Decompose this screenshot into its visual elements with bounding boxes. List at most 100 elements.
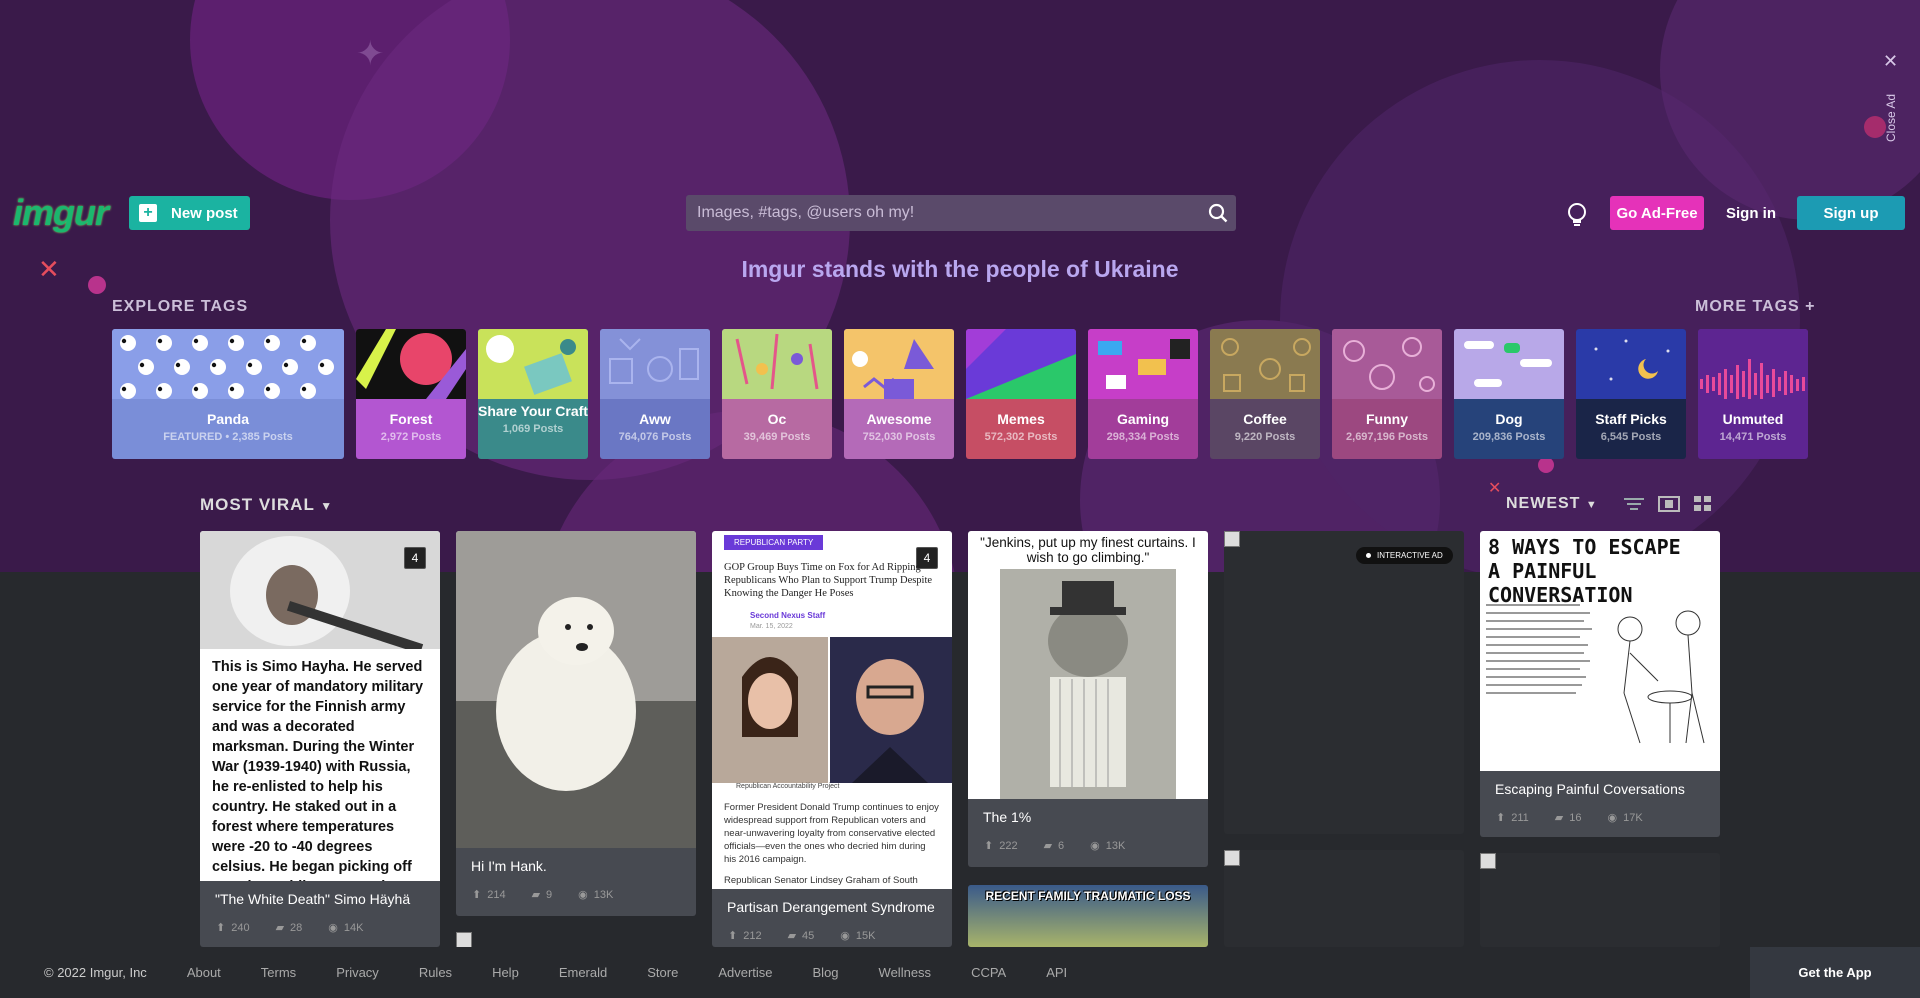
footer-link-help[interactable]: Help: [492, 965, 519, 980]
explore-tags-title: EXPLORE TAGS: [112, 298, 249, 315]
get-the-app-button[interactable]: Get the App: [1750, 947, 1920, 998]
footer-link-privacy[interactable]: Privacy: [336, 965, 379, 980]
eye-icon: ◉: [840, 930, 850, 942]
tag-count: 2,697,196 Posts: [1346, 431, 1428, 443]
more-tags-link[interactable]: MORE TAGS +: [1695, 298, 1816, 316]
comment-stat[interactable]: ▰ 6: [1044, 839, 1065, 853]
new-post-button[interactable]: + New post: [129, 196, 250, 230]
sign-up-button[interactable]: Sign up: [1797, 196, 1905, 230]
post-image: RECENT FAMILY TRAUMATIC LOSS: [968, 885, 1208, 947]
post-card[interactable]: 8 WAYS TO ESCAPE A PAINFUL CONVERSATION …: [1480, 531, 1720, 837]
tag-card-dog[interactable]: Dog 209,836 Posts: [1454, 329, 1564, 459]
caret-down-icon: ▼: [1585, 499, 1598, 511]
upvote-stat[interactable]: ⬆ 211: [1496, 811, 1529, 825]
imgur-logo[interactable]: imgur: [13, 192, 109, 234]
tag-art: [1454, 329, 1564, 399]
post-image: [456, 531, 696, 848]
tag-card-awesome[interactable]: Awesome 752,030 Posts: [844, 329, 954, 459]
tag-art: [478, 329, 588, 399]
image-count-badge: 4: [404, 547, 426, 569]
upvote-stat[interactable]: ⬆ 214: [472, 888, 506, 902]
decor-star: ✦: [356, 35, 385, 73]
upvote-stat[interactable]: ⬆ 222: [984, 839, 1018, 853]
footer-link-ccpa[interactable]: CCPA: [971, 965, 1006, 980]
footer-link-store[interactable]: Store: [647, 965, 678, 980]
broken-image-icon: [1224, 850, 1240, 866]
tag-card-oc[interactable]: Oc 39,469 Posts: [722, 329, 832, 459]
tag-card-funny[interactable]: Funny 2,697,196 Posts: [1332, 329, 1442, 459]
upvote-stat[interactable]: ⬆ 240: [216, 921, 250, 935]
craft-art: [486, 335, 576, 395]
broken-image-icon: [1480, 853, 1496, 869]
lightbulb-icon[interactable]: [1566, 202, 1588, 228]
tag-art: [722, 329, 832, 399]
comment-stat[interactable]: ▰ 16: [1555, 811, 1582, 825]
post-title: "The White Death" Simo Häyhä: [215, 891, 411, 907]
staff-picks-art: [1594, 339, 1670, 381]
ad-placeholder[interactable]: [1224, 850, 1464, 947]
tag-card-coffee[interactable]: Coffee 9,220 Posts: [1210, 329, 1320, 459]
tag-count: 572,302 Posts: [984, 431, 1058, 443]
sort-dropdown[interactable]: MOST VIRAL ▼: [200, 495, 333, 515]
decor-dot: [1538, 457, 1554, 473]
eye-icon: ◉: [578, 889, 588, 901]
view-stat: ◉ 13K: [578, 888, 614, 902]
dot-icon: [1366, 553, 1371, 558]
post-card[interactable]: Hi I'm Hank. ⬆ 214 ▰ 9 ◉ 13K: [456, 531, 696, 916]
tag-count: 6,545 Posts: [1600, 431, 1662, 443]
go-ad-free-button[interactable]: Go Ad-Free: [1610, 196, 1704, 230]
tag-card-staff-picks[interactable]: Staff Picks 6,545 Posts: [1576, 329, 1686, 459]
tag-card-memes[interactable]: Memes 572,302 Posts: [966, 329, 1076, 459]
tag-name: Unmuted: [1722, 411, 1784, 427]
comment-stat[interactable]: ▰ 28: [276, 921, 303, 935]
post-title: Hi I'm Hank.: [471, 858, 547, 874]
upvote-icon: ⬆: [728, 930, 738, 942]
post-card[interactable]: REPUBLICAN PARTY 4 GOP Group Buys Time o…: [712, 531, 952, 947]
card-view-icon[interactable]: [1658, 496, 1680, 517]
news-headline: GOP Group Buys Time on Fox for Ad Rippin…: [724, 562, 933, 599]
tag-name: Dog: [1495, 411, 1523, 427]
tag-card-gaming[interactable]: Gaming 298,334 Posts: [1088, 329, 1198, 459]
footer-link-rules[interactable]: Rules: [419, 965, 452, 980]
footer-link-emerald[interactable]: Emerald: [559, 965, 607, 980]
tag-count: 298,334 Posts: [1106, 431, 1180, 443]
footer-link-about[interactable]: About: [187, 965, 221, 980]
interactive-ad[interactable]: INTERACTIVE AD: [1224, 531, 1464, 834]
tag-card-forest[interactable]: Forest 2,972 Posts: [356, 329, 466, 459]
sign-in-link[interactable]: Sign in: [1720, 196, 1782, 230]
ukraine-banner[interactable]: Imgur stands with the people of Ukraine: [0, 256, 1920, 283]
tag-art: [112, 329, 344, 399]
close-ad-button[interactable]: ✕ Close Ad: [1880, 52, 1904, 142]
post-card[interactable]: 4 This is Simo Hayha. He served one year…: [200, 531, 440, 947]
oc-art: [735, 333, 819, 390]
tag-count: 764,076 Posts: [618, 431, 692, 443]
tag-art: [966, 329, 1076, 399]
post-card[interactable]: RECENT FAMILY TRAUMATIC LOSS: [968, 885, 1208, 947]
forest-art: [356, 329, 466, 399]
comment-stat[interactable]: ▰ 45: [788, 929, 815, 943]
funny-art: [1343, 337, 1435, 392]
footer-link-blog[interactable]: Blog: [813, 965, 839, 980]
footer-link-wellness[interactable]: Wellness: [879, 965, 932, 980]
post-stats: ⬆ 222 ▰ 6 ◉ 13K: [968, 839, 1208, 853]
footer-link-api[interactable]: API: [1046, 965, 1067, 980]
tag-card-unmuted[interactable]: Unmuted 14,471 Posts: [1698, 329, 1808, 459]
tag-card-panda[interactable]: Panda FEATURED • 2,385 Posts: [112, 329, 344, 459]
search-icon[interactable]: [1200, 195, 1236, 231]
post-stats: ⬆ 212 ▰ 45 ◉ 15K: [712, 929, 952, 943]
search-input[interactable]: [686, 203, 1200, 223]
upvote-stat[interactable]: ⬆ 212: [728, 929, 762, 943]
grid-view-icon[interactable]: [1694, 496, 1712, 517]
footer-link-terms[interactable]: Terms: [261, 965, 296, 980]
ad-placeholder[interactable]: [1480, 853, 1720, 947]
footer-link-advertise[interactable]: Advertise: [718, 965, 772, 980]
tag-name: Coffee: [1243, 411, 1287, 427]
tag-name: Memes: [997, 411, 1045, 427]
order-dropdown[interactable]: NEWEST ▼: [1506, 495, 1598, 513]
tag-card-aww[interactable]: Aww 764,076 Posts: [600, 329, 710, 459]
order-label: NEWEST: [1506, 495, 1581, 512]
list-view-icon[interactable]: [1624, 496, 1644, 517]
tag-card-share-your-craft[interactable]: Share Your Craft 1,069 Posts: [478, 329, 588, 459]
comment-stat[interactable]: ▰ 9: [532, 888, 553, 902]
post-card[interactable]: "Jenkins, put up my finest curtains. I w…: [968, 531, 1208, 867]
